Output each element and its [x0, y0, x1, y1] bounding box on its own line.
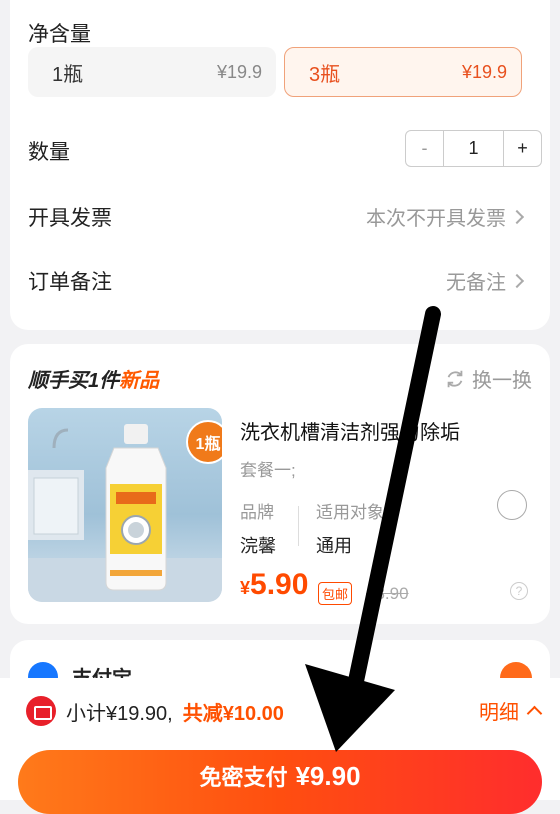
invoice-selector[interactable]: 本次不开具发票: [366, 202, 525, 231]
upsell-title: 顺手买1件新品: [28, 364, 159, 393]
order-note-value: 无备注: [446, 272, 506, 294]
option-name: 1瓶: [52, 63, 84, 86]
brand-value: 浣馨: [240, 536, 276, 556]
chevron-right-icon: [509, 273, 525, 288]
package-option[interactable]: 套餐一;: [240, 456, 296, 481]
help-icon[interactable]: ?: [510, 582, 528, 600]
increment-button[interactable]: +: [503, 131, 541, 166]
invoice-label: 开具发票: [28, 207, 112, 230]
attribute-divider: [298, 506, 299, 546]
price-detail-toggle[interactable]: 明细: [479, 696, 543, 725]
target-label: 适用对象: [316, 503, 384, 522]
brand-label: 品牌: [240, 503, 274, 522]
subtotal-text: 小计¥19.90,: [66, 702, 173, 725]
product-image[interactable]: 1瓶: [28, 408, 222, 602]
upsell-new-tag: 新品: [119, 370, 160, 392]
decrement-button[interactable]: -: [406, 131, 444, 166]
option-name: 3瓶: [309, 63, 341, 86]
swap-button[interactable]: 换一换: [444, 364, 532, 393]
original-price: 13.90: [366, 584, 409, 603]
upsell-card: 顺手买1件新品 换一换 1瓶 洗衣机槽清洁剂强力除垢 套餐一; 品牌 浣馨 适用…: [10, 344, 550, 624]
chevron-right-icon: [509, 209, 525, 224]
coupon-icon: [26, 696, 56, 726]
price-symbol: ¥: [240, 578, 251, 598]
bottle-count-badge: 1瓶: [186, 420, 222, 464]
option-price: ¥19.9: [461, 61, 507, 82]
net-content-label: 净含量: [28, 23, 91, 46]
free-shipping-badge: 包邮: [318, 582, 353, 605]
quantity-value[interactable]: 1: [444, 131, 503, 166]
option-price: ¥19.9: [216, 61, 262, 82]
upsell-title-prefix: 顺手买1件: [28, 370, 120, 392]
pay-button-label: 免密支付: [199, 765, 288, 790]
option-1-bottle[interactable]: 1瓶 ¥19.9: [28, 47, 276, 97]
pay-button[interactable]: 免密支付 ¥9.90: [18, 750, 542, 814]
upsell-price: ¥ 5.90: [240, 568, 308, 602]
order-options-card: 净含量 1瓶 ¥19.9 3瓶 ¥19.9 数量 - 1 + 开具发票 本次不开…: [10, 0, 550, 330]
pay-button-amount: ¥9.90: [295, 760, 361, 791]
order-note-selector[interactable]: 无备注: [446, 266, 525, 295]
quantity-stepper: - 1 +: [405, 130, 542, 167]
order-note-label: 订单备注: [28, 271, 112, 294]
upsell-select-radio[interactable]: [497, 490, 527, 520]
detail-label: 明细: [479, 702, 519, 724]
swap-label: 换一换: [472, 370, 532, 392]
target-value: 通用: [316, 536, 352, 556]
refresh-icon: [447, 370, 463, 387]
option-3-bottles[interactable]: 3瓶 ¥19.9: [284, 47, 522, 97]
price-value: 5.90: [250, 568, 309, 601]
chevron-up-icon: [526, 705, 543, 722]
product-name[interactable]: 洗衣机槽清洁剂强力除垢: [240, 416, 460, 445]
quantity-label: 数量: [28, 141, 70, 164]
invoice-value: 本次不开具发票: [366, 208, 506, 230]
price-summary: 小计¥19.90, 共减¥10.00: [26, 696, 284, 726]
checkout-bar: 小计¥19.90, 共减¥10.00 明细 免密支付 ¥9.90: [0, 678, 560, 814]
discount-text: 共减¥10.00: [182, 702, 284, 725]
